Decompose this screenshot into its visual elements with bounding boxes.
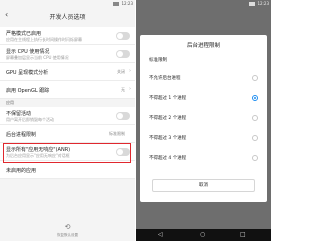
- setting-title: 未启用的应用: [6, 168, 37, 174]
- option-max-4[interactable]: 不得超过 4 个进程: [140, 151, 267, 165]
- setting-dont-keep-activities[interactable]: 不保留活动 用户离开后即销毁每个活动: [0, 107, 135, 125]
- radio-button[interactable]: [252, 115, 258, 121]
- option-label: 不允许后台进程: [149, 76, 181, 81]
- radio-button-selected[interactable]: [252, 95, 258, 101]
- navigation-bar: ◁ ○ □: [136, 229, 271, 241]
- option-standard[interactable]: 标准限制: [140, 53, 267, 67]
- status-time: 12:23: [121, 1, 133, 6]
- option-label: 标准限制: [149, 58, 167, 63]
- option-label: 不得超过 4 个进程: [149, 156, 187, 161]
- cancel-button[interactable]: 取消: [152, 179, 255, 192]
- reset-label: 恢复默认设置: [57, 233, 78, 237]
- setting-opengl-trace[interactable]: 启用 OpenGL 跟踪 无 ›: [0, 81, 135, 99]
- dont-keep-activities-toggle[interactable]: [116, 112, 130, 120]
- reset-icon: ⟲: [64, 223, 71, 231]
- section-header-apps: 应用: [0, 99, 135, 107]
- setting-title: 启用 OpenGL 跟踪: [6, 88, 50, 94]
- setting-gpu-profile[interactable]: GPU 呈现模式分析 关闭 ›: [0, 63, 135, 81]
- setting-subtitle: 用户离开后即销毁每个活动: [6, 117, 54, 122]
- back-nav-icon[interactable]: ◁: [158, 231, 163, 238]
- right-screen: 12:23 后台进程限制 标准限制 不允许后台进程 不得超过 1 个进程 不得超…: [136, 0, 271, 241]
- setting-show-cpu[interactable]: 显示 CPU 使用情况 屏幕叠加层显示当前 CPU 使用情况: [0, 45, 135, 63]
- status-time: 12:23: [257, 1, 269, 6]
- radio-button[interactable]: [252, 75, 258, 81]
- setting-subtitle: 应用在主线程上执行长时间操作时闪烁屏幕: [6, 37, 82, 42]
- dialog-title: 后台进程限制: [186, 43, 220, 49]
- chevron-right-icon: ›: [129, 86, 131, 92]
- setting-background-process-limit[interactable]: 后台进程限制 标准限制: [0, 125, 135, 143]
- status-bar: 12:23: [136, 0, 271, 7]
- show-cpu-toggle[interactable]: [116, 50, 130, 58]
- option-label: 不得超过 3 个进程: [149, 136, 187, 141]
- left-screen: 12:23 ‹ 开发人员选项 严格模式已启用 应用在主线程上执行长时间操作时闪烁…: [0, 0, 135, 241]
- title-bar: ‹ 开发人员选项: [0, 7, 135, 25]
- status-bar: 12:23: [0, 0, 135, 7]
- setting-inactive-apps[interactable]: 未启用的应用: [0, 161, 135, 179]
- highlight-box: [3, 143, 131, 163]
- home-nav-icon[interactable]: ○: [200, 231, 205, 238]
- setting-value: 标准限制: [109, 131, 125, 136]
- signal-icon: [113, 1, 119, 6]
- option-max-3[interactable]: 不得超过 3 个进程: [140, 131, 267, 145]
- option-label: 不得超过 1 个进程: [149, 96, 187, 101]
- setting-value: 无: [121, 87, 125, 92]
- setting-value: 关闭: [117, 69, 125, 74]
- setting-title: 后台进程限制: [6, 132, 37, 138]
- option-label: 不得超过 2 个进程: [149, 116, 187, 121]
- recents-nav-icon[interactable]: □: [240, 231, 246, 238]
- chevron-right-icon: ›: [129, 68, 131, 74]
- setting-subtitle: 屏幕叠加层显示当前 CPU 使用情况: [6, 55, 69, 60]
- option-max-1[interactable]: 不得超过 1 个进程: [140, 91, 267, 105]
- setting-title: 严格模式已启用: [6, 31, 42, 37]
- setting-title: GPU 呈现模式分析: [6, 70, 49, 76]
- page-title: 开发人员选项: [49, 14, 86, 21]
- setting-strict-mode[interactable]: 严格模式已启用 应用在主线程上执行长时间操作时闪烁屏幕: [0, 27, 135, 45]
- reset-bar[interactable]: ⟲ 恢复默认设置: [0, 221, 135, 241]
- setting-title: 不保留活动: [6, 111, 32, 117]
- radio-button[interactable]: [252, 155, 258, 161]
- option-max-2[interactable]: 不得超过 2 个进程: [140, 111, 267, 125]
- process-limit-dialog: 后台进程限制 标准限制 不允许后台进程 不得超过 1 个进程 不得超过 2 个进…: [140, 35, 267, 202]
- setting-title: 显示 CPU 使用情况: [6, 49, 50, 55]
- strict-mode-toggle[interactable]: [116, 32, 130, 40]
- option-no-background[interactable]: 不允许后台进程: [140, 71, 267, 85]
- radio-button[interactable]: [252, 135, 258, 141]
- signal-icon: [249, 1, 255, 6]
